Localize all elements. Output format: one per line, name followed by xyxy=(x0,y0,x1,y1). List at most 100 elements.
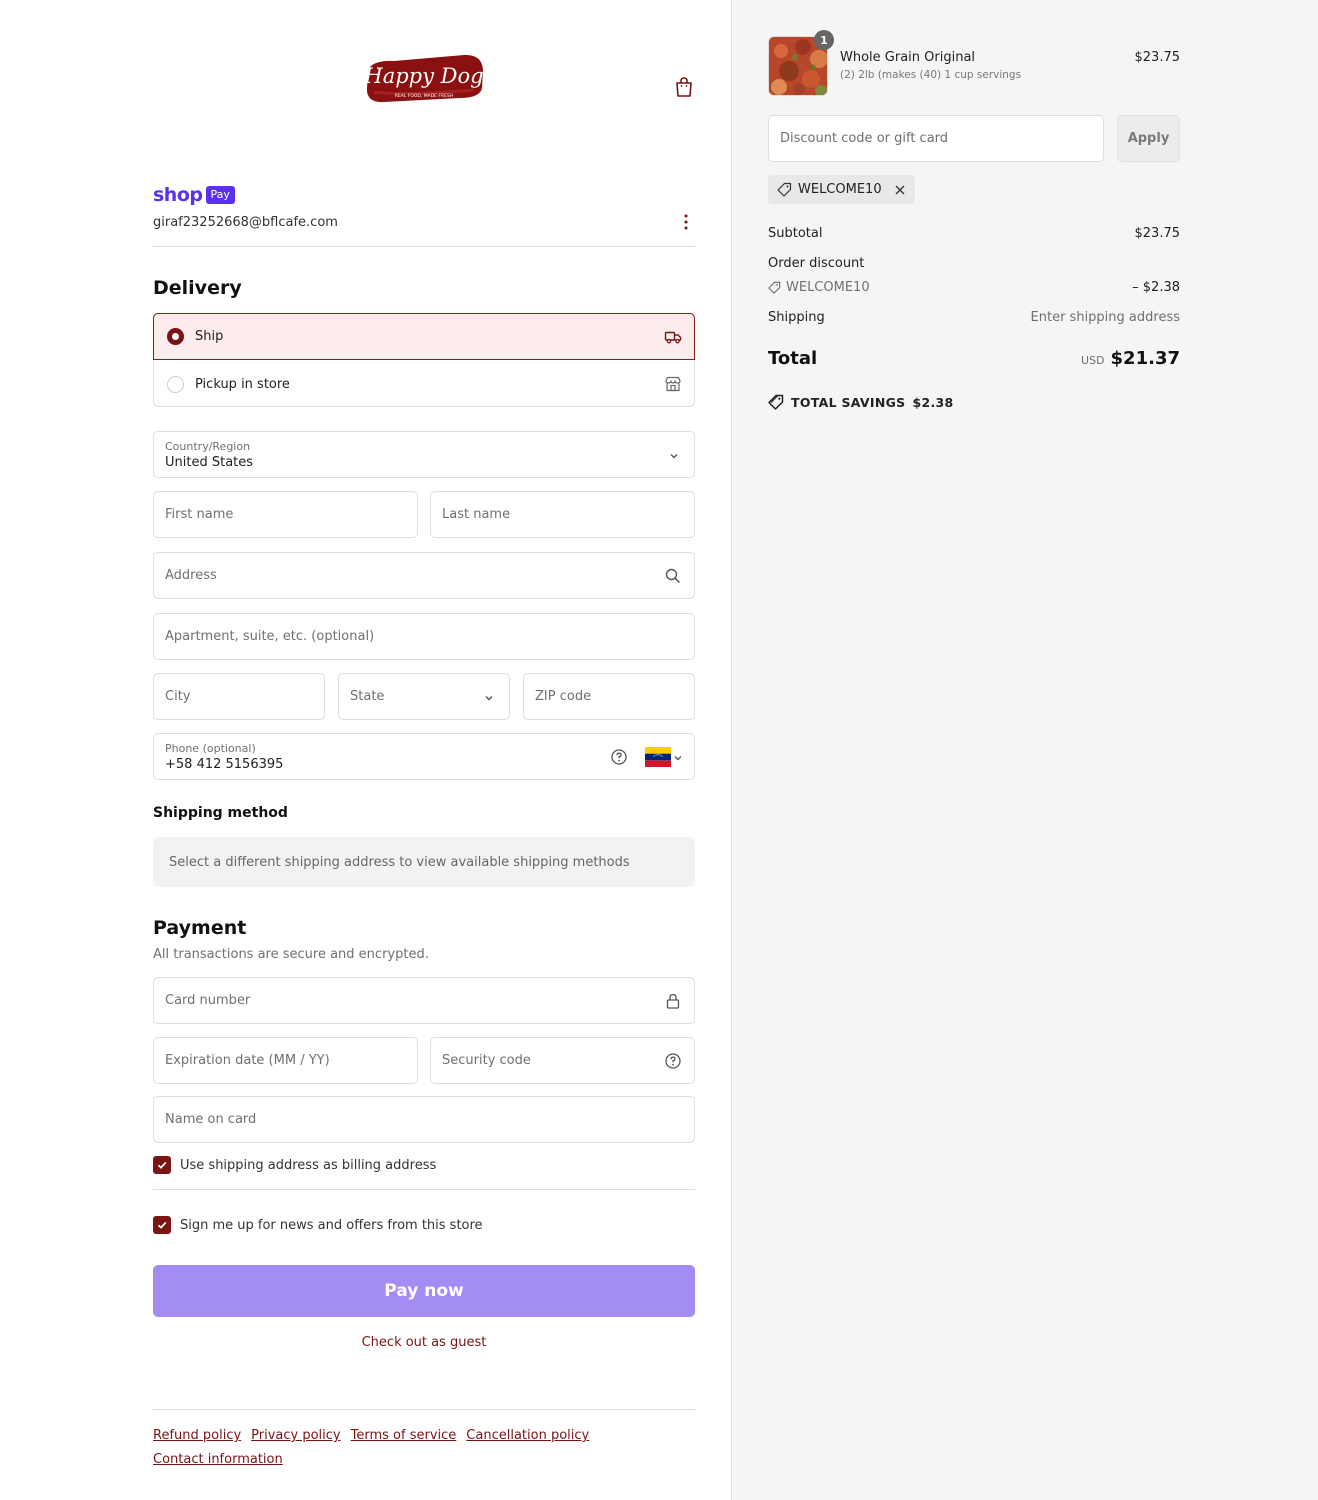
savings-value: $2.38 xyxy=(912,394,954,410)
store-icon xyxy=(664,375,682,393)
newsletter-label: Sign me up for news and offers from this… xyxy=(180,1217,483,1233)
state-placeholder: State xyxy=(350,689,385,704)
delivery-option-ship[interactable]: Ship xyxy=(153,313,695,360)
card-number-placeholder: Card number xyxy=(165,993,251,1008)
checkout-main: Happy Dog REAL FOOD, MADE FRESH shop Pay… xyxy=(0,0,731,1500)
logo-tagline: REAL FOOD, MADE FRESH xyxy=(395,93,453,99)
subtotal-value: $23.75 xyxy=(1134,226,1181,241)
checkbox-checked[interactable] xyxy=(153,1156,171,1174)
chevron-down-icon xyxy=(670,454,678,459)
logo-text: Happy Dog xyxy=(364,64,484,88)
guest-checkout-link[interactable]: Check out as guest xyxy=(153,1335,695,1350)
lock-icon xyxy=(664,992,682,1010)
order-discount-label: Order discount xyxy=(768,256,865,271)
shipping-method-heading: Shipping method xyxy=(153,805,288,821)
expiry-placeholder: Expiration date (MM / YY) xyxy=(165,1053,330,1068)
contact-information-link[interactable]: Contact information xyxy=(153,1452,283,1467)
privacy-policy-link[interactable]: Privacy policy xyxy=(251,1428,340,1443)
name-on-card-field[interactable]: Name on card xyxy=(153,1096,695,1143)
total-currency: USD xyxy=(1081,354,1105,367)
billing-divider xyxy=(153,1189,695,1190)
discount-placeholder: Discount code or gift card xyxy=(780,131,949,146)
delivery-option-label: Pickup in store xyxy=(195,377,290,392)
address-placeholder: Address xyxy=(165,568,217,583)
last-name-placeholder: Last name xyxy=(442,507,511,522)
store-logo[interactable]: Happy Dog REAL FOOD, MADE FRESH xyxy=(364,52,484,104)
card-number-field[interactable]: Card number xyxy=(153,977,695,1024)
order-discount-value: – $2.38 xyxy=(1132,280,1180,295)
security-code-placeholder: Security code xyxy=(442,1053,531,1068)
help-icon[interactable] xyxy=(664,1052,682,1070)
account-menu-icon[interactable] xyxy=(681,212,691,232)
terms-of-service-link[interactable]: Terms of service xyxy=(351,1428,457,1443)
payment-heading: Payment xyxy=(153,917,247,939)
discount-code-input[interactable]: Discount code or gift card xyxy=(768,115,1104,162)
tag-icon xyxy=(768,281,781,294)
delivery-option-label: Ship xyxy=(195,329,224,344)
newsletter-checkbox-row[interactable]: Sign me up for news and offers from this… xyxy=(153,1216,483,1234)
delivery-options: Ship Pickup in store xyxy=(153,313,695,407)
shop-pay-wordmark: shop xyxy=(153,184,203,206)
footer-links: Refund policy Privacy policy Terms of serv… xyxy=(153,1424,695,1472)
cancellation-policy-link[interactable]: Cancellation policy xyxy=(466,1428,589,1443)
phone-field[interactable]: Phone (optional) +58 412 5156395 xyxy=(153,733,695,780)
name-on-card-placeholder: Name on card xyxy=(165,1112,257,1127)
savings-tag-icon xyxy=(768,394,784,410)
address-field[interactable]: Address xyxy=(153,552,695,599)
phone-value: +58 412 5156395 xyxy=(165,757,284,772)
payment-subtitle: All transactions are secure and encrypte… xyxy=(153,947,429,962)
product-price: $23.75 xyxy=(1134,50,1181,65)
order-discount-code: WELCOME10 xyxy=(786,280,870,295)
venezuela-flag-icon[interactable] xyxy=(645,747,671,767)
city-placeholder: City xyxy=(165,689,191,704)
zip-placeholder: ZIP code xyxy=(535,689,592,704)
shop-pay-badge: Pay xyxy=(205,186,235,204)
help-icon[interactable] xyxy=(610,748,628,766)
country-label: Country/Region xyxy=(165,440,251,453)
shopping-bag-icon[interactable] xyxy=(674,76,694,98)
security-code-field[interactable]: Security code xyxy=(430,1037,695,1084)
first-name-field[interactable]: First name xyxy=(153,491,418,538)
account-email: giraf23252668@bflcafe.com xyxy=(153,215,338,230)
delivery-option-pickup[interactable]: Pickup in store xyxy=(154,361,694,408)
product-variant: (2) 2lb (makes (40) 1 cup servings xyxy=(840,69,1022,81)
checkmark-icon xyxy=(157,1221,167,1229)
city-field[interactable]: City xyxy=(153,673,325,720)
first-name-placeholder: First name xyxy=(165,507,234,522)
product-name: Whole Grain Original xyxy=(840,50,976,65)
pickup-radio[interactable] xyxy=(167,376,184,393)
remove-code-icon[interactable] xyxy=(894,184,906,196)
apartment-field[interactable]: Apartment, suite, etc. (optional) xyxy=(153,613,695,660)
footer-divider xyxy=(153,1409,695,1410)
apply-discount-button[interactable]: Apply xyxy=(1117,115,1180,162)
shop-pay-logo: shop Pay xyxy=(153,184,235,206)
state-select[interactable]: State xyxy=(338,673,510,720)
total-savings: TOTAL SAVINGS $2.38 xyxy=(768,394,954,410)
refund-policy-link[interactable]: Refund policy xyxy=(153,1428,241,1443)
checkbox-checked[interactable] xyxy=(153,1216,171,1234)
shipping-value: Enter shipping address xyxy=(1030,310,1180,325)
billing-same-checkbox-row[interactable]: Use shipping address as billing address xyxy=(153,1156,436,1174)
shipping-method-note: Select a different shipping address to v… xyxy=(153,837,695,887)
country-value: United States xyxy=(165,455,254,470)
savings-label: TOTAL SAVINGS xyxy=(791,394,906,410)
applied-discount-chip: WELCOME10 xyxy=(768,175,915,204)
phone-label: Phone (optional) xyxy=(165,742,256,755)
subtotal-label: Subtotal xyxy=(768,226,823,241)
expiry-field[interactable]: Expiration date (MM / YY) xyxy=(153,1037,418,1084)
total-value-group: USD $21.37 xyxy=(1081,348,1180,369)
search-icon[interactable] xyxy=(664,567,682,585)
order-discount-code-row: WELCOME10 xyxy=(768,280,870,295)
apartment-placeholder: Apartment, suite, etc. (optional) xyxy=(165,629,375,644)
shipping-label: Shipping xyxy=(768,310,825,325)
delivery-heading: Delivery xyxy=(153,277,242,299)
chevron-down-icon xyxy=(485,696,493,701)
chevron-down-icon[interactable] xyxy=(672,752,684,764)
total-amount: $21.37 xyxy=(1110,348,1180,369)
ship-radio[interactable] xyxy=(167,328,184,345)
zip-field[interactable]: ZIP code xyxy=(523,673,695,720)
quantity-badge: 1 xyxy=(814,30,834,50)
pay-now-button[interactable]: Pay now xyxy=(153,1265,695,1317)
country-select[interactable]: Country/Region United States xyxy=(153,431,695,478)
last-name-field[interactable]: Last name xyxy=(430,491,695,538)
